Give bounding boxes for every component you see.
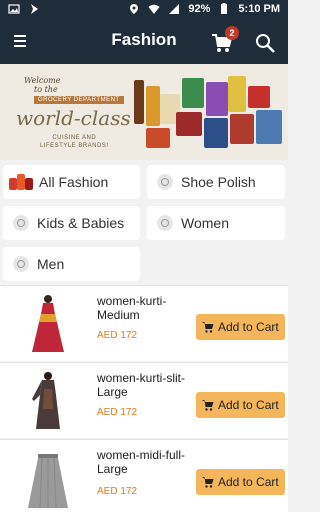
- page-title: Fashion: [111, 30, 177, 49]
- banner-headline: world-class: [16, 106, 131, 130]
- add-to-cart-button[interactable]: Add to Cart: [196, 314, 285, 340]
- product-image: [230, 114, 254, 144]
- category-women[interactable]: Women: [147, 206, 285, 240]
- product-price: AED 172: [97, 330, 138, 341]
- status-bar: 92% 5:10 PM: [0, 0, 288, 20]
- add-to-cart-button[interactable]: Add to Cart: [196, 469, 285, 495]
- product-image: [146, 128, 170, 148]
- product-name: women-kurti-Medium: [97, 294, 167, 322]
- category-kids-babies[interactable]: Kids & Babies: [3, 206, 140, 240]
- category-label: Kids & Babies: [37, 215, 125, 231]
- fashion-icon: [9, 172, 33, 192]
- wifi-icon: [148, 4, 160, 14]
- battery-level: 92%: [188, 3, 211, 15]
- banner-subline1: CUISINE AND: [52, 135, 97, 141]
- category-label: All Fashion: [39, 174, 109, 190]
- product-name: women-midi-full-Large: [97, 448, 186, 476]
- product-image: [146, 86, 160, 126]
- product-image: [134, 80, 144, 124]
- product-image: [256, 110, 282, 144]
- battery-icon: [221, 3, 228, 14]
- product-image: [204, 118, 228, 148]
- signal-icon: [169, 4, 180, 14]
- promo-banner[interactable]: Welcome to the GROCERY DEPARTMENT world-…: [0, 64, 288, 160]
- category-icon: [13, 215, 29, 231]
- category-shoe-polish[interactable]: Shoe Polish: [147, 165, 285, 199]
- product-row[interactable]: women-kurti-Medium AED 172 Add to Cart: [0, 285, 288, 361]
- banner-welcome: Welcome to the: [24, 76, 60, 94]
- product-image: [228, 76, 246, 112]
- product-image: [32, 295, 64, 352]
- product-image: [32, 372, 60, 429]
- location-icon: [130, 4, 139, 14]
- app-notification-icon: [31, 4, 38, 14]
- product-image: [182, 78, 204, 108]
- product-price: AED 172: [97, 407, 138, 418]
- search-icon[interactable]: [254, 32, 276, 54]
- category-men[interactable]: Men: [3, 247, 140, 281]
- product-image: [206, 82, 228, 116]
- add-to-cart-label: Add to Cart: [218, 475, 279, 489]
- banner-welcome-line1: Welcome: [24, 76, 61, 85]
- cart-count-badge: 2: [225, 26, 239, 40]
- product-row[interactable]: women-kurti-slit-Large AED 172 Add to Ca…: [0, 362, 288, 438]
- category-all-fashion[interactable]: All Fashion: [3, 165, 140, 199]
- add-to-cart-label: Add to Cart: [218, 320, 279, 334]
- product-name: women-kurti-slit-Large: [97, 371, 186, 399]
- app-bar: Fashion 2: [0, 20, 288, 64]
- add-to-cart-button[interactable]: Add to Cart: [196, 392, 285, 418]
- category-icon: [13, 256, 29, 272]
- product-row[interactable]: women-midi-full-Large AED 172 Add to Car…: [0, 439, 288, 512]
- cart-icon: [202, 400, 214, 411]
- category-label: Men: [37, 256, 65, 272]
- product-image: [248, 86, 270, 108]
- product-image: [28, 454, 68, 509]
- category-icon: [157, 174, 173, 190]
- category-label: Women: [181, 215, 229, 231]
- add-to-cart-label: Add to Cart: [218, 398, 279, 412]
- banner-welcome-line2: to the: [34, 85, 58, 94]
- cart-icon: [202, 477, 214, 488]
- banner-subline2: LIFESTYLE BRANDS!: [40, 143, 109, 149]
- banner-department: GROCERY DEPARTMENT: [34, 96, 124, 104]
- category-icon: [157, 215, 173, 231]
- product-image: [176, 112, 202, 136]
- clock: 5:10 PM: [238, 3, 280, 15]
- cart-icon: [202, 322, 214, 333]
- banner-subline: CUISINE AND LIFESTYLE BRANDS!: [40, 134, 109, 150]
- image-notification-icon: [8, 4, 20, 14]
- category-label: Shoe Polish: [181, 174, 256, 190]
- product-price: AED 172: [97, 486, 138, 497]
